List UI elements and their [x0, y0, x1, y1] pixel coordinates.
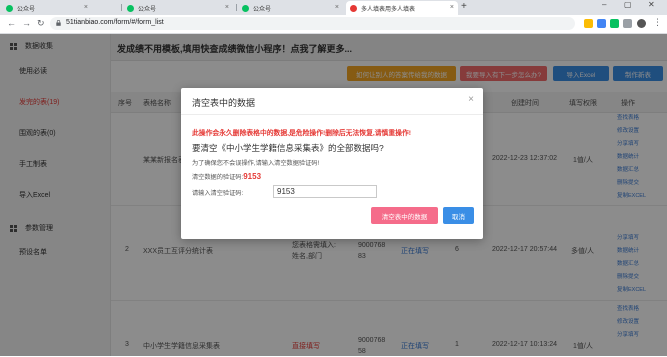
reload-icon[interactable]: ↻ — [37, 18, 45, 29]
extension-icon[interactable] — [597, 19, 606, 28]
tab-title: 公众号 — [253, 6, 272, 13]
url-text: 51tianbiao.com/form/#/form_list — [66, 19, 164, 26]
extension-icon[interactable] — [584, 19, 593, 28]
extension-icon[interactable] — [610, 19, 619, 28]
browser-toolbar: ← → ↻ 51tianbiao.com/form/#/form_list ⋮ — [0, 15, 667, 34]
browser-tab-3[interactable]: 公众号 × — [238, 1, 343, 15]
wechat-icon — [6, 4, 13, 12]
browser-tab-1[interactable]: 公众号 × — [2, 1, 92, 15]
browser-tab-active[interactable]: 多人填表用多人填表 × — [346, 1, 458, 15]
tab-title: 公众号 — [138, 6, 157, 13]
close-icon[interactable]: × — [468, 94, 474, 105]
tab-separator — [121, 4, 122, 11]
verification-code-input[interactable] — [273, 185, 377, 198]
profile-avatar[interactable] — [637, 19, 646, 28]
dialog-title: 清空表中的数据 — [192, 98, 256, 108]
close-icon[interactable]: × — [450, 4, 454, 11]
menu-icon[interactable]: ⋮ — [653, 17, 662, 28]
site-favicon-icon — [350, 4, 357, 12]
lock-icon — [56, 20, 61, 26]
address-bar[interactable]: 51tianbiao.com/form/#/form_list — [50, 17, 575, 30]
confirm-question: 要清空《中小学生学籍信息采集表》的全部数据吗? — [192, 143, 384, 153]
tab-title: 公众号 — [17, 6, 36, 13]
back-icon[interactable]: ← — [7, 18, 16, 28]
browser-tab-bar: 公众号 × 公众号 × 公众号 × 多人填表用多人填表 × + – ▢ ✕ — [0, 0, 667, 15]
code-label: 清空数据的验证码: — [192, 174, 244, 181]
tab-separator — [236, 4, 237, 11]
close-icon[interactable]: × — [335, 4, 339, 11]
clear-data-dialog: 清空表中的数据 × 此操作会永久删除表格中的数据,是危险操作!删除后无法恢复,请… — [181, 88, 483, 239]
danger-warning: 此操作会永久删除表格中的数据,是危险操作!删除后无法恢复,请慎重操作! — [192, 130, 412, 137]
extensions-puzzle-icon[interactable] — [623, 19, 632, 28]
input-label: 请输入清空验证码: — [192, 190, 244, 197]
confirm-clear-button[interactable]: 清空表中的数据 — [371, 207, 438, 224]
tab-title: 多人填表用多人填表 — [361, 6, 416, 13]
verification-code: 9153 — [243, 172, 262, 181]
dialog-header: 清空表中的数据 × — [181, 88, 483, 115]
close-icon[interactable]: × — [225, 4, 229, 11]
browser-tab-2[interactable]: 公众号 × — [123, 1, 233, 15]
new-tab-icon[interactable]: + — [461, 1, 467, 12]
wechat-icon — [127, 4, 134, 12]
minimize-icon[interactable]: – — [602, 0, 606, 9]
verification-code-row: 清空数据的验证码:9153 — [192, 172, 261, 181]
cancel-button[interactable]: 取消 — [443, 207, 474, 224]
window-close-icon[interactable]: ✕ — [648, 0, 655, 9]
wechat-icon — [242, 4, 249, 12]
verification-hint: 为了确保您不会误操作,请输入清空数据验证码! — [192, 160, 320, 167]
close-icon[interactable]: × — [84, 4, 88, 11]
maximize-icon[interactable]: ▢ — [624, 0, 632, 9]
forward-icon[interactable]: → — [22, 18, 31, 28]
